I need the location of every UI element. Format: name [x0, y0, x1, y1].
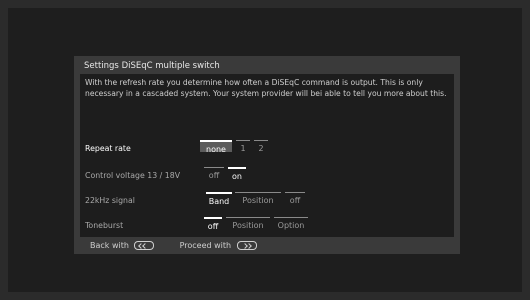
control-voltage-option-off[interactable]: off	[204, 167, 224, 180]
dialog-footer: Back with Proceed with	[90, 241, 257, 250]
toneburst-option-position[interactable]: Position	[226, 217, 270, 230]
22khz-signal-label: 22kHz signal	[85, 196, 135, 205]
repeat-rate-option-1[interactable]: 1	[236, 140, 250, 153]
diseqc-settings-dialog: Settings DiSEqC multiple switch With the…	[74, 56, 460, 254]
toneburst-label: Toneburst	[85, 221, 124, 230]
proceed-hint[interactable]: Proceed with	[180, 241, 257, 250]
description-text: With the refresh rate you determine how …	[85, 78, 447, 98]
back-label: Back with	[90, 241, 129, 250]
screen: Settings DiSEqC multiple switch With the…	[0, 0, 530, 300]
back-button-icon	[134, 241, 155, 250]
repeat-rate-option-2[interactable]: 2	[254, 140, 268, 153]
toneburst-option-off[interactable]: off	[204, 217, 222, 231]
control-voltage-option-on[interactable]: on	[228, 167, 246, 181]
toneburst-option-option[interactable]: Option	[274, 217, 308, 230]
dialog-title: Settings DiSEqC multiple switch	[84, 61, 220, 71]
proceed-button-icon	[236, 241, 257, 250]
back-hint[interactable]: Back with	[90, 241, 157, 250]
control-voltage-label: Control voltage 13 / 18V	[85, 171, 181, 180]
22khz-option-position[interactable]: Position	[235, 192, 281, 205]
repeat-rate-option-none[interactable]: none	[200, 140, 232, 154]
repeat-rate-label: Repeat rate	[85, 144, 131, 153]
22khz-option-band[interactable]: Band	[206, 192, 232, 206]
dialog-content: With the refresh rate you determine how …	[80, 74, 454, 237]
22khz-option-off[interactable]: off	[285, 192, 305, 205]
proceed-label: Proceed with	[179, 241, 232, 250]
